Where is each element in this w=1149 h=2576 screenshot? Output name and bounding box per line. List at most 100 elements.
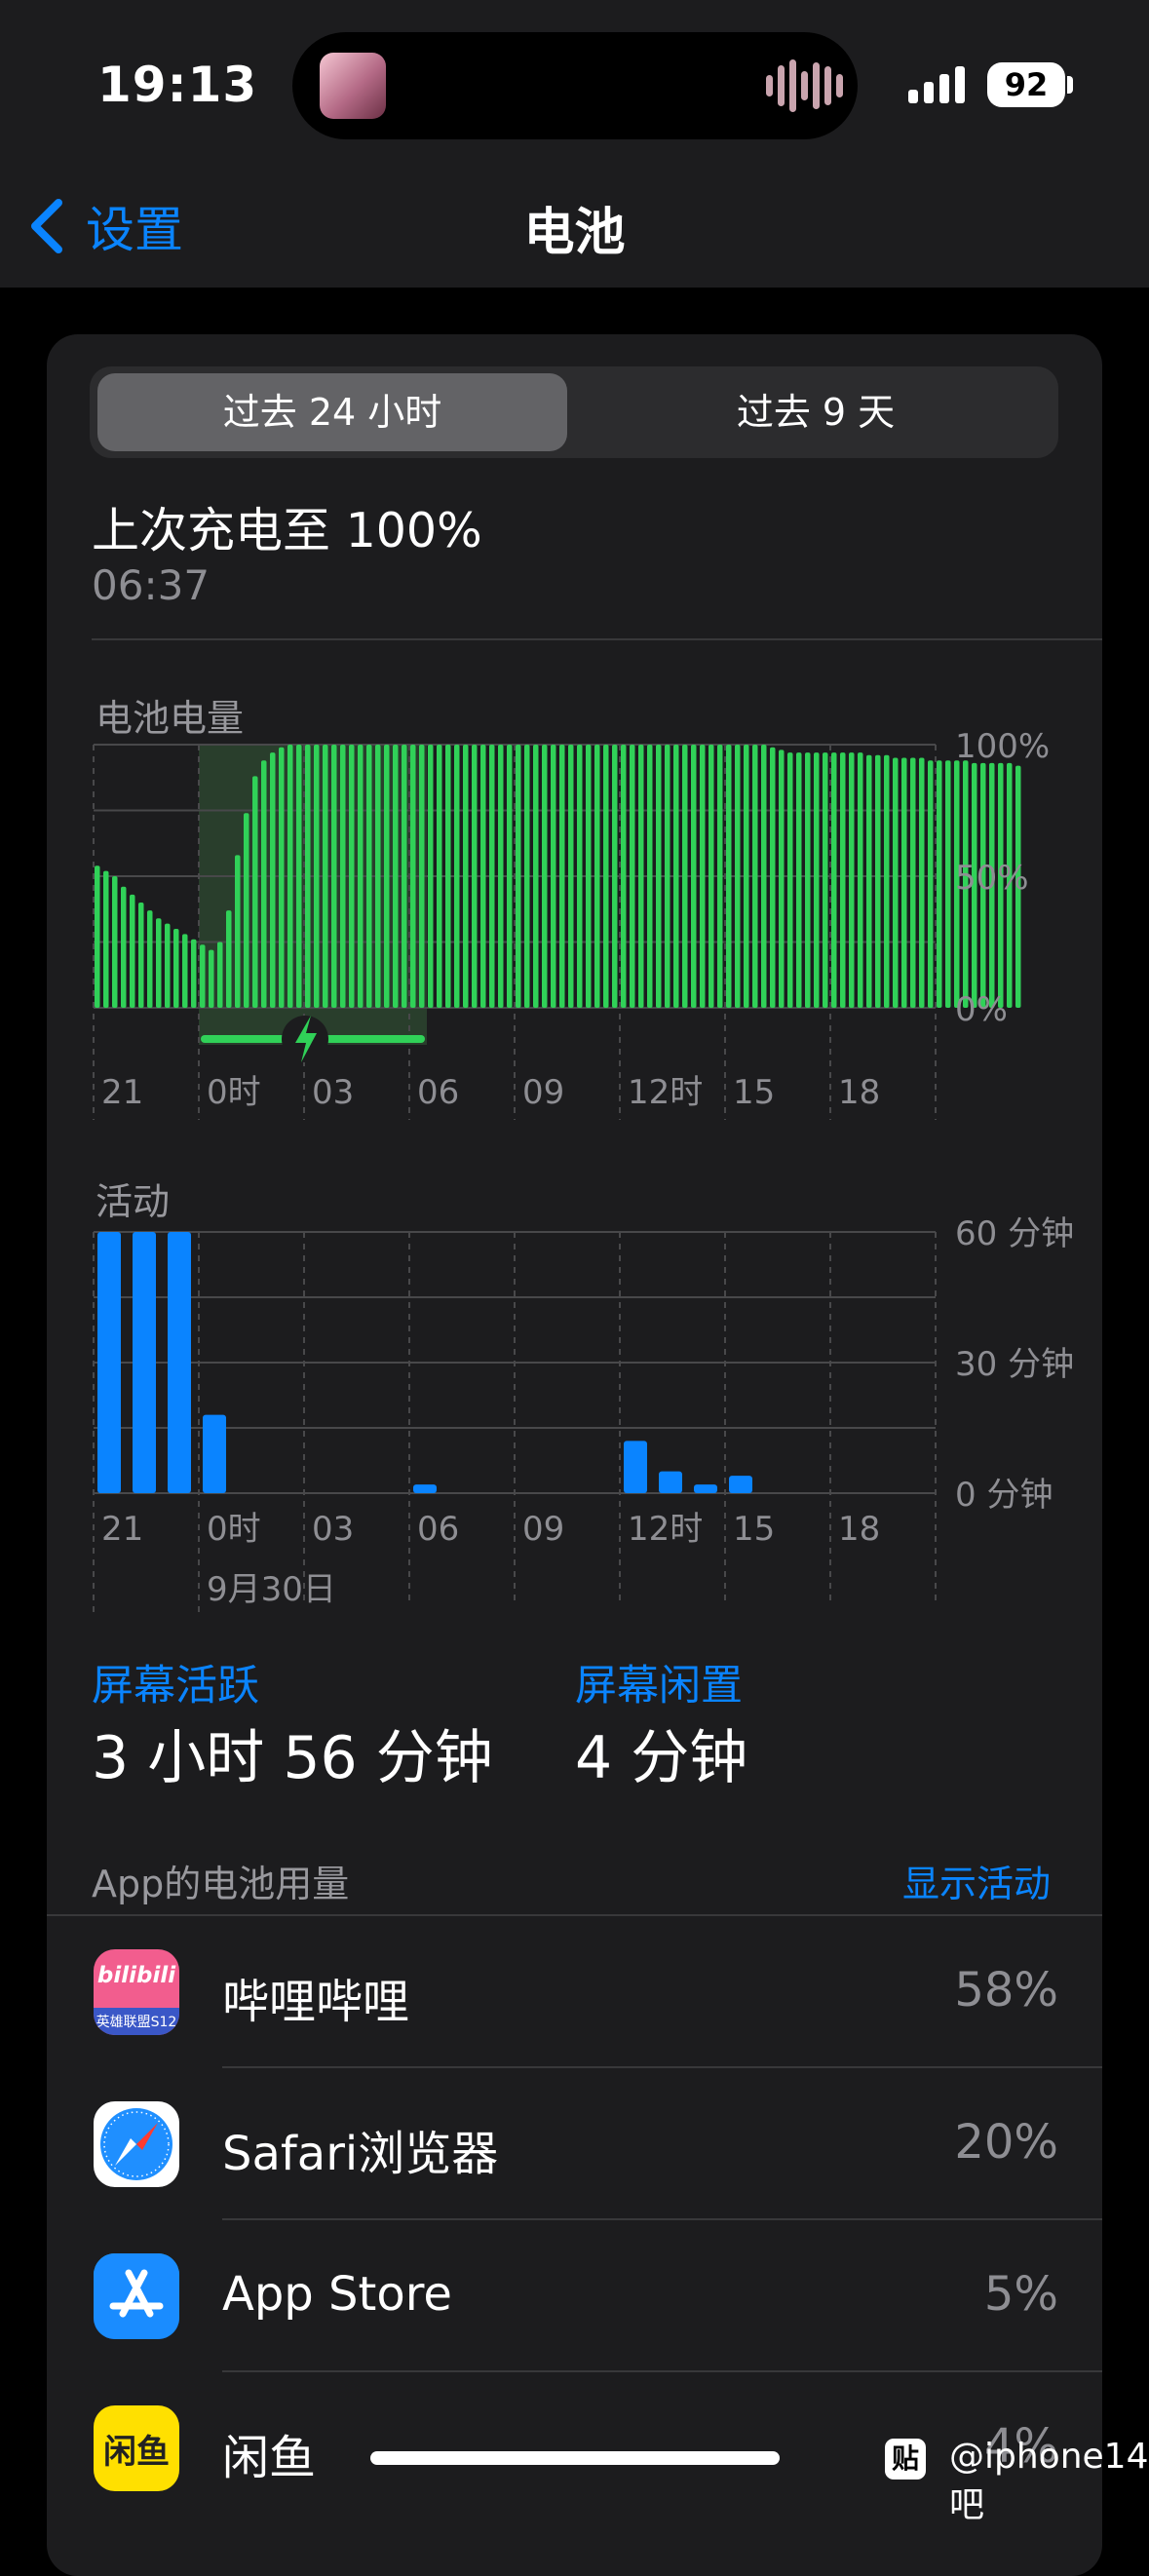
x-tick-label: 18 (838, 1073, 880, 1112)
battery-bar (770, 747, 776, 1008)
activity-bar (97, 1232, 121, 1493)
x-tick-label: 06 (417, 1510, 459, 1549)
battery-bar (419, 745, 425, 1008)
battery-bar (472, 745, 478, 1008)
battery-bar (349, 745, 355, 1008)
last-charge-time: 06:37 (92, 561, 211, 609)
show-activity-button[interactable]: 显示活动 (902, 1854, 1051, 1907)
app-store-icon (94, 2253, 179, 2339)
battery-bar (893, 757, 899, 1008)
safari-icon (94, 2101, 179, 2187)
battery-bar (270, 752, 276, 1008)
x-tick-label: 03 (312, 1510, 354, 1549)
battery-bar (823, 752, 828, 1008)
battery-bar (209, 949, 214, 1008)
battery-bar (287, 745, 293, 1008)
date-label: 9月30日 (207, 1570, 336, 1609)
battery-bar (665, 745, 670, 1008)
x-tick-label: 12时 (628, 1510, 703, 1549)
battery-bar (217, 942, 223, 1008)
signal-bar (939, 74, 949, 103)
battery-bar (937, 760, 942, 1008)
screen-on-label: 屏幕活跃 (92, 1662, 259, 1711)
battery-bar (340, 745, 346, 1008)
battery-bar (858, 752, 863, 1008)
battery-bar (358, 745, 364, 1008)
battery-bar (226, 910, 232, 1008)
battery-bar (261, 760, 267, 1008)
now-playing-artwork[interactable] (320, 53, 386, 119)
battery-bar (393, 745, 399, 1008)
x-tick-label: 21 (101, 1073, 143, 1112)
battery-bar (551, 745, 556, 1008)
waveform-bar (778, 65, 785, 106)
divider (92, 638, 1102, 640)
screen-idle-value: 4 分钟 (575, 1724, 748, 1792)
battery-bar (805, 752, 811, 1008)
battery-bar (568, 745, 574, 1008)
y-tick-label: 60 分钟 (955, 1214, 1074, 1253)
battery-bar (331, 745, 337, 1008)
segment-24h[interactable]: 过去 24 小时 (97, 373, 567, 451)
battery-bar (507, 745, 513, 1008)
app-percent: 20% (954, 2115, 1058, 2170)
battery-bar (709, 745, 714, 1008)
battery-bar (410, 745, 416, 1008)
x-tick-label: 09 (522, 1073, 564, 1112)
page-title: 电池 (523, 204, 626, 262)
home-indicator[interactable] (370, 2451, 780, 2465)
activity-chart[interactable]: 60 分钟 30 分钟 0 分钟 21 0时 03 06 09 12时 15 18 9月30日 (0, 1209, 1149, 1618)
activity-bar (729, 1476, 752, 1493)
battery-bar (735, 745, 741, 1008)
battery-bar (95, 865, 100, 1008)
y-tick-label: 100% (955, 727, 1050, 766)
waveform-bar (801, 71, 808, 100)
waveform-bar (789, 59, 796, 112)
bilibili-icon: bilibili 英雄联盟S12 (94, 1949, 179, 2035)
battery-bar (454, 745, 460, 1008)
waveform-bar (766, 75, 773, 96)
battery-bar (323, 745, 328, 1008)
battery-bar (533, 745, 539, 1008)
battery-bar (384, 745, 390, 1008)
battery-bar (577, 745, 583, 1008)
battery-bar (831, 752, 837, 1008)
activity-bar (168, 1232, 191, 1493)
battery-tip-icon (1067, 76, 1073, 94)
battery-bar (691, 745, 697, 1008)
waveform-bar (813, 62, 820, 109)
app-percent: 58% (954, 1963, 1058, 2018)
battery-bar (305, 745, 311, 1008)
app-name: 哔哩哔哩 (222, 1975, 410, 2029)
x-tick-label: 21 (101, 1510, 143, 1549)
battery-bar (779, 750, 785, 1008)
last-charge-label: 上次充电至 100% (92, 503, 482, 558)
battery-bar (673, 745, 679, 1008)
app-percent: 5% (983, 2267, 1058, 2322)
battery-bar (103, 870, 109, 1008)
battery-bar (516, 745, 521, 1008)
battery-bar (165, 923, 171, 1008)
battery-level-chart[interactable]: 100% 50% 0% 21 0时 03 06 09 12时 15 18 (0, 721, 1149, 1131)
battery-bar (638, 745, 644, 1008)
battery-bar (761, 745, 767, 1008)
activity-bar (659, 1471, 682, 1493)
signal-bar (955, 66, 965, 103)
battery-bar (498, 745, 504, 1008)
signal-bar (924, 82, 934, 103)
segment-9d[interactable]: 过去 9 天 (581, 373, 1051, 451)
y-tick-label: 0% (955, 990, 1008, 1029)
battery-bar (744, 745, 749, 1008)
watermark-text: @iphone14吧 (949, 2437, 1149, 2525)
battery-bar (814, 752, 820, 1008)
battery-bar (489, 745, 495, 1008)
x-tick-label: 15 (733, 1073, 775, 1112)
charging-period-overlay (199, 745, 427, 1045)
battery-bar (910, 757, 916, 1008)
battery-bar (726, 745, 732, 1008)
battery-bar (919, 757, 925, 1008)
battery-bar (586, 745, 592, 1008)
battery-bar (147, 910, 153, 1008)
x-tick-label: 18 (838, 1510, 880, 1549)
battery-bar (314, 745, 320, 1008)
